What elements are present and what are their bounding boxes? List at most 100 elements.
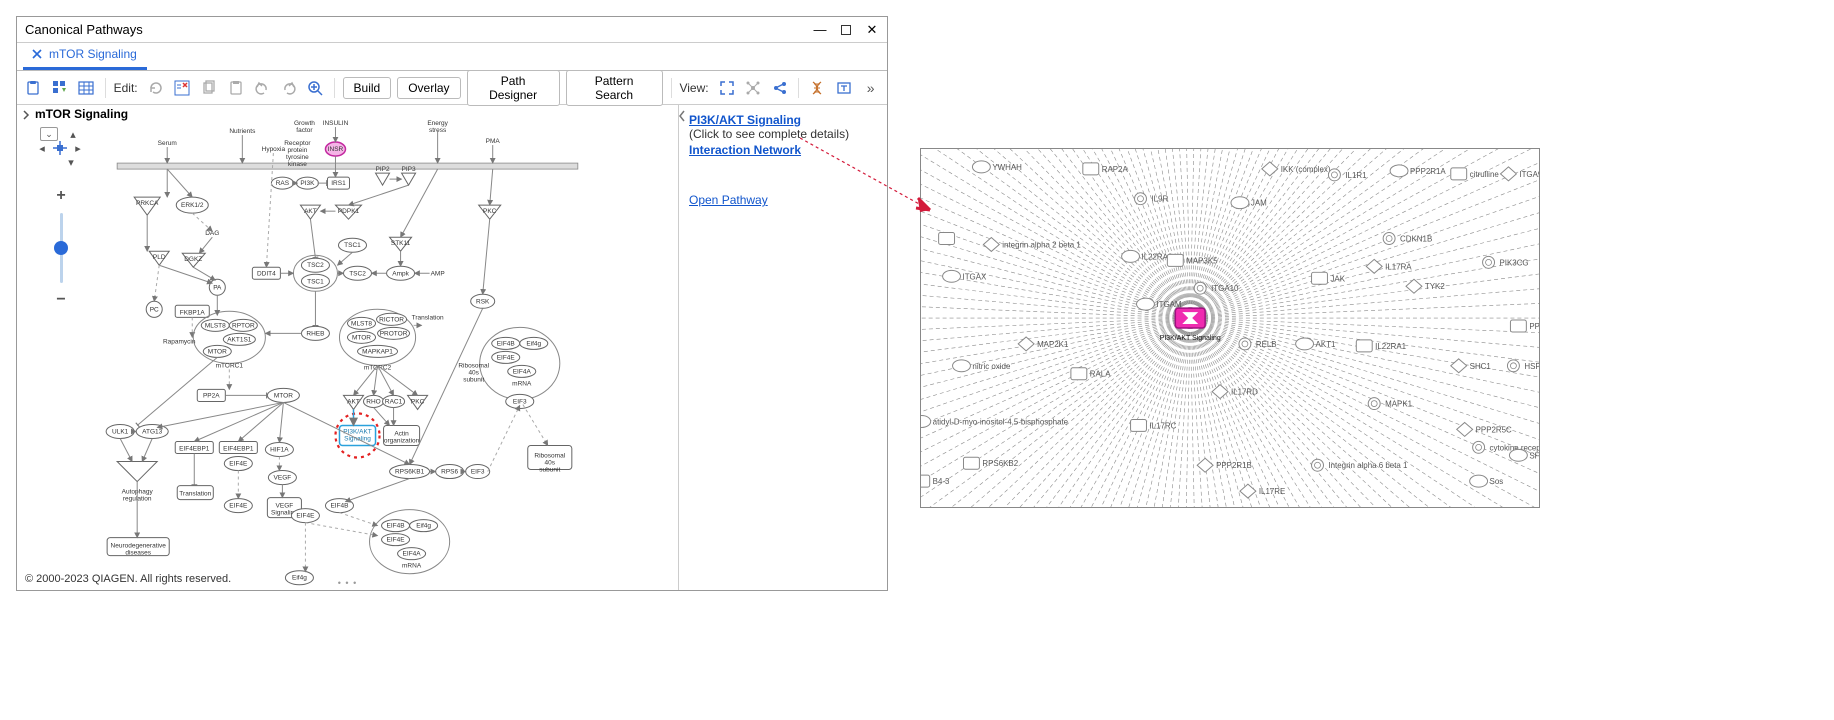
tabstrip: mTOR Signaling: [17, 43, 887, 71]
zoom-thumb[interactable]: [54, 241, 68, 255]
network-node[interactable]: nitric oxide: [953, 360, 1011, 372]
network-node[interactable]: RPS6KB2: [963, 457, 1018, 469]
find-icon[interactable]: [172, 77, 193, 99]
svg-text:DGKZ: DGKZ: [184, 256, 202, 263]
network-node[interactable]: JAM: [1231, 197, 1267, 209]
network-node[interactable]: IL17RD: [1212, 385, 1258, 399]
network-node[interactable]: IL17RE: [1240, 484, 1285, 498]
chevron-right-icon[interactable]: [21, 109, 31, 119]
center-node[interactable]: PI3K/AKT Signaling: [1160, 308, 1221, 342]
network-node[interactable]: IL22RA1: [1356, 340, 1406, 352]
network-node[interactable]: B4-3: [921, 475, 950, 487]
canvas-pane[interactable]: mTOR Signaling ⌄ ▴ ◂ ▸ ▾: [17, 105, 679, 590]
table-icon[interactable]: [76, 77, 97, 99]
textbox-icon[interactable]: [834, 77, 855, 99]
svg-text:RPS6KB2: RPS6KB2: [982, 459, 1018, 468]
network-node[interactable]: IL22RA2: [1122, 250, 1173, 262]
network-node[interactable]: TYK2: [1406, 279, 1445, 293]
minimize-button[interactable]: —: [813, 23, 827, 37]
more-icon[interactable]: »: [860, 77, 881, 99]
network-node[interactable]: AKT1: [1296, 338, 1336, 350]
pan-right-icon[interactable]: ▸: [71, 141, 85, 155]
svg-text:RAC1: RAC1: [385, 398, 403, 405]
side-panel: PI3K/AKT Signaling (Click to see complet…: [679, 105, 887, 590]
network-node[interactable]: [939, 233, 955, 245]
pattern-search-button[interactable]: Pattern Search: [566, 70, 663, 106]
network-node[interactable]: PPP2: [1510, 320, 1539, 332]
components-icon[interactable]: [50, 77, 71, 99]
network-layout-icon[interactable]: [743, 77, 764, 99]
network-node[interactable]: Integrin alpha 6 beta 1: [1312, 459, 1408, 471]
network-node[interactable]: citrulline: [1451, 168, 1500, 180]
network-node[interactable]: PPP2R1A: [1390, 165, 1446, 177]
svg-text:TSC2: TSC2: [307, 262, 324, 269]
network-node[interactable]: RALA: [1071, 368, 1111, 380]
network-node[interactable]: ITGA9: [1500, 167, 1539, 181]
close-button[interactable]: ✕: [865, 23, 879, 37]
link-pi3k-akt-signaling[interactable]: PI3K/AKT Signaling: [689, 113, 801, 127]
redo-icon[interactable]: [278, 77, 299, 99]
pan-center-icon[interactable]: [53, 141, 67, 155]
network-node[interactable]: PIK3CG: [1483, 256, 1529, 268]
network-node[interactable]: PPP2R5C: [1457, 422, 1512, 436]
maximize-button[interactable]: [839, 23, 853, 37]
zoom-slider[interactable]: [60, 213, 63, 283]
paste-icon[interactable]: [225, 77, 246, 99]
network-diagram[interactable]: PI3K/AKT Signaling YWHAH RAP2A IKK (comple…: [921, 149, 1539, 507]
zoom-plus-icon[interactable]: +: [53, 187, 69, 205]
network-node[interactable]: PPP2R1B: [1197, 458, 1252, 472]
pan-left-icon[interactable]: ◂: [35, 141, 49, 155]
network-node[interactable]: RELB: [1239, 338, 1277, 350]
network-node[interactable]: IL17RA: [1366, 259, 1412, 273]
refresh-icon[interactable]: [146, 77, 167, 99]
network-node[interactable]: HSP90AB1: [1507, 360, 1539, 372]
network-node[interactable]: Sos: [1470, 475, 1504, 487]
svg-text:PMA: PMA: [486, 138, 501, 145]
build-button[interactable]: Build: [343, 77, 392, 99]
pan-down-icon[interactable]: ▾: [64, 155, 78, 169]
fullscreen-icon[interactable]: [717, 77, 738, 99]
zoom-minus-icon[interactable]: −: [53, 291, 69, 309]
undo-icon[interactable]: [252, 77, 273, 99]
path-designer-button[interactable]: Path Designer: [467, 70, 560, 106]
svg-text:JAK: JAK: [1330, 274, 1345, 283]
network-node[interactable]: IKK (complex): [1262, 162, 1331, 176]
dna-icon[interactable]: [807, 77, 828, 99]
network-node[interactable]: MAP2K1: [1018, 337, 1069, 351]
zoom-in-icon[interactable]: [305, 77, 326, 99]
network-node[interactable]: IL9R: [1135, 193, 1169, 205]
network-node[interactable]: MAPK1: [1368, 398, 1412, 410]
svg-text:MTOR: MTOR: [208, 348, 227, 355]
link-open-pathway[interactable]: Open Pathway: [689, 193, 877, 207]
share-icon[interactable]: [770, 77, 791, 99]
close-tab-icon[interactable]: [31, 48, 43, 60]
resize-handle-icon[interactable]: • • •: [338, 578, 357, 588]
network-node[interactable]: atidyl-D-myo-inositol-4,5-bisphosphate: [921, 416, 1069, 428]
link-interaction-network[interactable]: Interaction Network: [689, 143, 801, 157]
tab-label: mTOR Signaling: [49, 47, 137, 61]
collapse-side-icon[interactable]: [677, 109, 687, 123]
network-node[interactable]: ITGAX: [943, 270, 987, 282]
tab-mtor-signaling[interactable]: mTOR Signaling: [23, 43, 147, 70]
network-node[interactable]: YWHAH: [972, 161, 1022, 173]
copy-icon[interactable]: [199, 77, 220, 99]
clipboard-icon[interactable]: [23, 77, 44, 99]
network-node[interactable]: integrin alpha 2 beta 1: [983, 238, 1081, 252]
network-node[interactable]: ITGA10: [1194, 282, 1239, 294]
overlay-button[interactable]: Overlay: [397, 77, 460, 99]
network-node[interactable]: SFN: [1509, 449, 1539, 461]
svg-text:PDPK1: PDPK1: [338, 208, 360, 215]
network-node[interactable]: IL1R1: [1328, 169, 1367, 181]
network-node[interactable]: ITGAM: [1137, 298, 1182, 310]
network-node[interactable]: IL17RC: [1131, 419, 1177, 431]
network-node[interactable]: SHC1: [1451, 359, 1492, 373]
pan-controls: ⌄ ▴ ◂ ▸ ▾: [35, 127, 85, 169]
pathway-diagram[interactable]: .e { stroke:#888; stroke-width:1; fill:n…: [17, 105, 678, 586]
svg-text:ITGAX: ITGAX: [962, 272, 987, 281]
network-node[interactable]: RAP2A: [1083, 163, 1129, 175]
pan-up-icon[interactable]: ▴: [66, 127, 80, 141]
network-node[interactable]: CDKN1B: [1383, 233, 1432, 245]
network-node[interactable]: MAP3K5: [1167, 254, 1218, 266]
collapse-toggle[interactable]: ⌄: [40, 127, 58, 141]
svg-text:AKT1S1: AKT1S1: [227, 336, 252, 343]
